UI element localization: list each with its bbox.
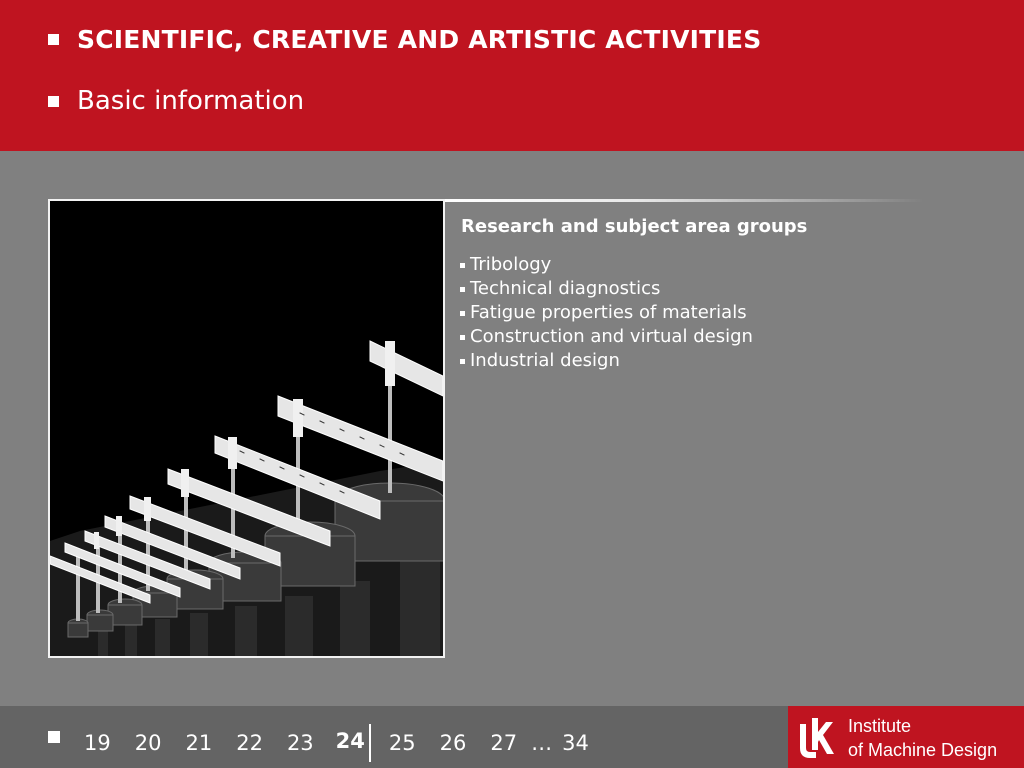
page-link-19[interactable]: 19 bbox=[84, 731, 111, 755]
page-subtitle: Basic information bbox=[77, 86, 305, 116]
institute-name-line1: Institute bbox=[848, 716, 912, 736]
institute-name: Institute of Machine Design bbox=[848, 714, 997, 762]
square-bullet-icon bbox=[48, 95, 59, 107]
page-link-20[interactable]: 20 bbox=[135, 731, 162, 755]
square-bullet-icon bbox=[460, 262, 465, 268]
page-link-26[interactable]: 26 bbox=[440, 731, 467, 755]
page-link-22[interactable]: 22 bbox=[236, 731, 263, 755]
list-item-label: Industrial design bbox=[470, 350, 620, 371]
square-bullet-icon bbox=[48, 34, 59, 45]
page-link-27[interactable]: 27 bbox=[490, 731, 517, 755]
pagination-ellipsis: … bbox=[531, 731, 553, 755]
institute-emblem-icon bbox=[800, 718, 834, 758]
fatigue-testing-machines-photo bbox=[48, 199, 445, 658]
title-row: SCIENTIFIC, CREATIVE AND ARTISTIC ACTIVI… bbox=[48, 25, 761, 54]
divider-line bbox=[444, 199, 924, 202]
institute-name-line2: of Machine Design bbox=[848, 740, 998, 760]
page-navigation: 19 20 21 22 23 24 25 26 27 … 34 bbox=[84, 724, 613, 762]
groups-heading: Research and subject area groups bbox=[461, 216, 808, 237]
square-bullet-icon bbox=[460, 286, 465, 292]
current-page[interactable]: 24 bbox=[332, 724, 371, 762]
institute-logo: Institute of Machine Design bbox=[788, 706, 1024, 768]
list-item-label: Technical diagnostics bbox=[470, 278, 661, 299]
page-link-21[interactable]: 21 bbox=[185, 731, 212, 755]
page-title: SCIENTIFIC, CREATIVE AND ARTISTIC ACTIVI… bbox=[77, 25, 762, 54]
list-item-label: Construction and virtual design bbox=[470, 326, 753, 347]
header-bar: SCIENTIFIC, CREATIVE AND ARTISTIC ACTIVI… bbox=[0, 0, 1024, 151]
page-link-34[interactable]: 34 bbox=[562, 731, 589, 755]
page-link-23[interactable]: 23 bbox=[287, 731, 314, 755]
list-item: Fatigue properties of materials bbox=[460, 301, 753, 325]
page-link-25[interactable]: 25 bbox=[389, 731, 416, 755]
list-item: Tribology bbox=[460, 253, 753, 277]
square-bullet-icon bbox=[460, 310, 465, 316]
square-bullet-icon bbox=[48, 731, 60, 743]
square-bullet-icon bbox=[460, 334, 465, 340]
list-item: Technical diagnostics bbox=[460, 277, 753, 301]
groups-list: Tribology Technical diagnostics Fatigue … bbox=[460, 253, 753, 373]
square-bullet-icon bbox=[460, 358, 465, 364]
list-item: Industrial design bbox=[460, 349, 753, 373]
list-item-label: Tribology bbox=[470, 254, 552, 275]
subtitle-row: Basic information bbox=[48, 86, 304, 116]
list-item-label: Fatigue properties of materials bbox=[470, 302, 747, 323]
list-item: Construction and virtual design bbox=[460, 325, 753, 349]
